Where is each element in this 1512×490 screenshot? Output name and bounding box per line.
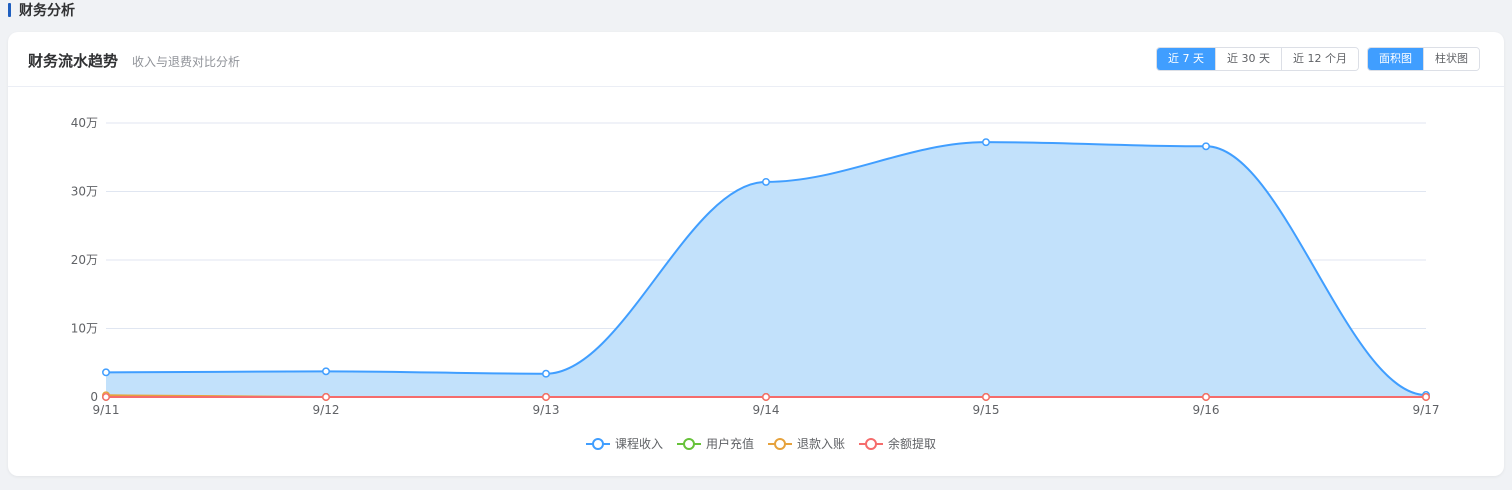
data-point xyxy=(102,393,110,401)
data-point xyxy=(102,368,110,377)
legend-circle xyxy=(683,437,696,450)
x-tick-label: 9/14 xyxy=(753,403,780,417)
data-point xyxy=(982,138,990,147)
data-point xyxy=(1422,393,1430,401)
section-title: 财务分析 xyxy=(19,3,75,19)
data-point xyxy=(982,393,990,401)
section-header: 财务分析 xyxy=(8,0,75,20)
data-point xyxy=(1202,393,1210,401)
y-tick-label: 30万 xyxy=(71,185,98,199)
x-tick-label: 9/11 xyxy=(93,403,120,417)
data-point xyxy=(762,177,770,186)
legend-label: 余额提取 xyxy=(888,437,937,451)
y-tick-label: 0 xyxy=(90,390,98,404)
x-tick-label: 9/16 xyxy=(1193,403,1220,417)
legend-marker-icon xyxy=(586,437,610,450)
y-tick-label: 20万 xyxy=(71,253,98,267)
legend-item-user-recharge[interactable]: 用户充值 xyxy=(677,435,754,452)
data-point xyxy=(322,393,330,401)
legend-label: 课程收入 xyxy=(615,437,664,451)
legend-item-course-income[interactable]: 课程收入 xyxy=(586,435,663,452)
data-point xyxy=(322,367,330,376)
legend-item-refund-credit[interactable]: 退款入账 xyxy=(768,435,845,452)
trend-chart: 0 10万 20万 30万 40万 9/11 9/12 9/13 9/14 9/15 9/16 9/1… xyxy=(71,116,1440,417)
data-point xyxy=(1202,142,1210,151)
x-tick-label: 9/17 xyxy=(1413,403,1440,417)
legend-circle xyxy=(774,437,787,450)
x-tick-label: 9/15 xyxy=(973,403,1000,417)
x-tick-label: 9/13 xyxy=(533,403,560,417)
legend-marker-icon xyxy=(677,437,702,450)
chart-legend: 课程收入 用户充值 退款入账 余额提取 xyxy=(586,435,950,452)
legend-marker-icon xyxy=(768,437,793,450)
data-point xyxy=(762,393,770,401)
y-tick-label: 10万 xyxy=(71,322,98,336)
legend-circle xyxy=(865,437,878,450)
legend-circle xyxy=(592,437,604,450)
legend-label: 用户充值 xyxy=(706,437,755,451)
legend-item-balance-withdrawal[interactable]: 余额提取 xyxy=(859,435,936,452)
y-tick-label: 40万 xyxy=(71,116,98,130)
x-tick-label: 9/12 xyxy=(313,403,340,417)
section-accent-bar xyxy=(8,3,11,17)
data-point xyxy=(542,369,550,378)
finance-trend-card: 财务流水趋势 收入与退费对比分析 近 7 天 近 30 天 近 12 个月 面积… xyxy=(8,32,1504,476)
data-point xyxy=(542,393,550,401)
legend-label: 退款入账 xyxy=(797,437,846,451)
legend-marker-icon xyxy=(859,437,884,450)
